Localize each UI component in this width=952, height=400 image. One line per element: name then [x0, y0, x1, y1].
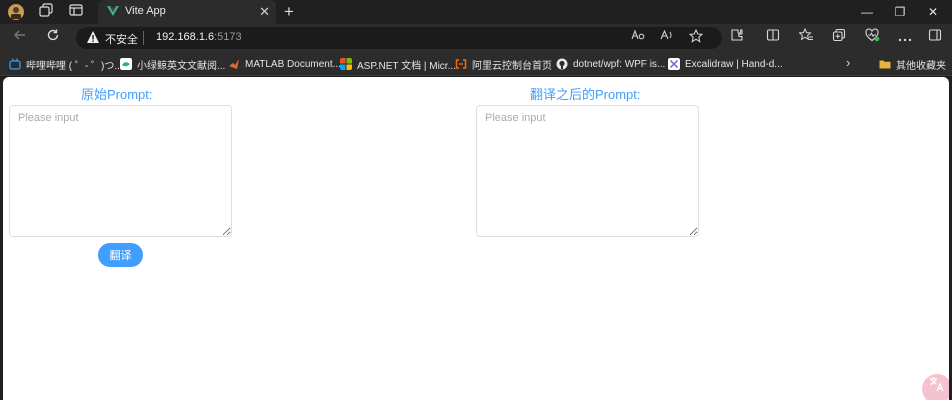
address-bar[interactable]: 不安全 192.168.1.6:5173	[76, 27, 722, 49]
bookmark-matlab[interactable]: MATLAB Document...	[228, 56, 341, 72]
vertical-tabs-icon[interactable]	[67, 3, 85, 21]
source-prompt-input[interactable]	[9, 105, 232, 237]
bookmark-github-wpf[interactable]: dotnet/wpf: WPF is...	[556, 56, 665, 72]
bookmark-label: 哔哩哔哩 ( ゜- ゜)つ...	[26, 60, 123, 72]
bookmark-label: MATLAB Document...	[245, 58, 341, 70]
tab-vite-app[interactable]: Vite App ✕	[98, 0, 276, 24]
microsoft-icon	[340, 58, 352, 70]
bookmark-label: dotnet/wpf: WPF is...	[573, 58, 666, 70]
minimize-icon[interactable]: —	[857, 2, 877, 22]
tab-strip: Vite App ✕ + — ❐ ✕	[0, 0, 952, 24]
aliyun-icon	[455, 59, 467, 69]
whale-icon	[120, 58, 132, 70]
bookmark-label: 阿里云控制台首页	[472, 60, 552, 72]
more-options-icon[interactable]	[895, 28, 915, 48]
workspaces-icon[interactable]	[37, 3, 55, 21]
excalidraw-icon	[668, 58, 680, 70]
collections-icon[interactable]	[829, 28, 849, 48]
bookmarks-overflow-chevron-icon[interactable]: ›	[846, 55, 850, 70]
address-divider	[143, 31, 144, 45]
new-tab-icon[interactable]: +	[284, 2, 294, 22]
extensions-icon[interactable]	[727, 28, 747, 48]
bookmarks-bar: 哔哩哔哩 ( ゜- ゜)つ... 小绿鲸英文文献阅... MATLAB Docu…	[0, 52, 952, 76]
favorite-star-icon[interactable]	[687, 28, 705, 47]
bookmark-aspnet[interactable]: ASP.NET 文档 | Micr...	[340, 56, 456, 72]
translate-button[interactable]: 翻译	[98, 243, 143, 267]
browser-toolbar: 不安全 192.168.1.6:5173	[0, 24, 952, 52]
bookmark-label: ASP.NET 文档 | Micr...	[357, 60, 456, 72]
bookmark-aliyun[interactable]: 阿里云控制台首页	[455, 56, 552, 72]
bookmark-other-favorites[interactable]: 其他收藏夹	[879, 56, 946, 72]
split-screen-icon[interactable]	[763, 28, 783, 48]
back-icon[interactable]	[10, 28, 30, 48]
maximize-icon[interactable]: ❐	[890, 2, 910, 22]
immersive-reader-icon[interactable]	[629, 29, 647, 47]
warning-icon[interactable]	[86, 30, 100, 44]
bookmark-whale-reader[interactable]: 小绿鲸英文文献阅...	[120, 56, 225, 72]
bookmark-label: Excalidraw | Hand-d...	[685, 58, 783, 70]
bookmark-excalidraw[interactable]: Excalidraw | Hand-d...	[668, 56, 783, 72]
url-text[interactable]: 192.168.1.6:5173	[156, 31, 242, 43]
github-icon	[556, 58, 568, 70]
translated-prompt-label: 翻译之后的Prompt:	[530, 87, 641, 102]
refresh-icon[interactable]	[43, 28, 63, 48]
url-host: 192.168.1.6	[156, 31, 215, 43]
favorites-icon[interactable]	[796, 27, 816, 48]
vue-logo-icon	[107, 6, 119, 16]
bookmark-label: 小绿鲸英文文献阅...	[137, 60, 226, 72]
bookmark-label: 其他收藏夹	[896, 60, 946, 72]
security-status-text[interactable]: 不安全	[105, 31, 138, 47]
translated-prompt-output[interactable]	[476, 105, 699, 237]
translate-widget-icon[interactable]	[922, 374, 949, 400]
browser-essentials-icon[interactable]	[862, 28, 882, 48]
source-prompt-label: 原始Prompt:	[81, 87, 153, 102]
read-aloud-icon[interactable]	[658, 29, 676, 47]
bookmark-bilibili[interactable]: 哔哩哔哩 ( ゜- ゜)つ...	[9, 56, 123, 72]
folder-icon	[879, 60, 891, 69]
bilibili-icon	[9, 58, 21, 70]
profile-avatar-icon[interactable]	[7, 3, 25, 21]
tab-title: Vite App	[125, 5, 166, 17]
page-viewport: 原始Prompt: 翻译 翻译之后的Prompt:	[3, 77, 949, 400]
url-port: :5173	[214, 31, 242, 43]
window-close-icon[interactable]: ✕	[923, 2, 943, 22]
sidebar-toggle-icon[interactable]	[925, 28, 945, 48]
tab-close-icon[interactable]: ✕	[259, 3, 270, 21]
matlab-icon	[229, 59, 239, 69]
